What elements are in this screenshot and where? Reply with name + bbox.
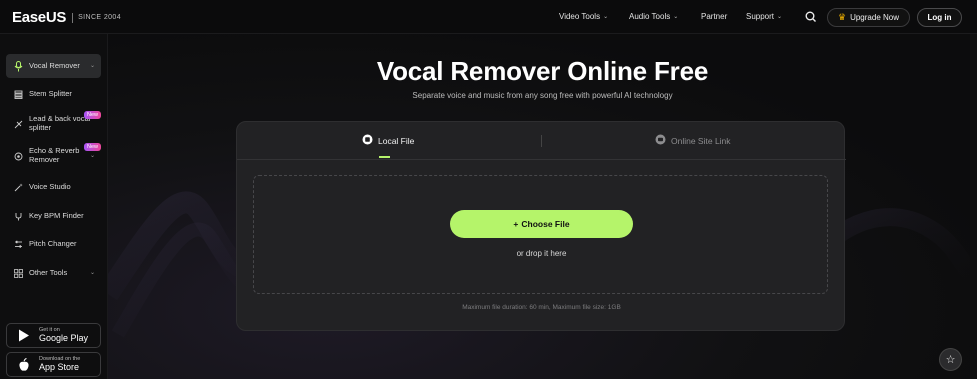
sidebar-item-vocal-remover[interactable]: Vocal Remover ⌄	[6, 54, 101, 78]
magic-icon	[14, 183, 23, 192]
sidebar-item-pitch-changer[interactable]: Pitch Changer	[6, 232, 101, 256]
plus-icon: +	[513, 219, 519, 229]
drop-hint: or drop it here	[516, 249, 567, 258]
easeus-logo[interactable]: EaseUS SINCE 2004	[12, 9, 121, 26]
google-play-icon	[16, 328, 32, 344]
apple-icon	[16, 357, 32, 373]
logo-text: EaseUS	[12, 9, 67, 26]
app-store-label: App Store	[39, 361, 80, 372]
sidebar-item-label: Other Tools	[29, 267, 68, 277]
tab-online-site-link[interactable]: Online Site Link	[655, 134, 731, 147]
chevron-down-icon: ⌄	[89, 152, 95, 159]
new-badge: New	[84, 143, 102, 151]
tab-divider	[541, 135, 542, 147]
sliders-icon	[14, 240, 23, 249]
nav-partner[interactable]: Partner	[701, 12, 727, 21]
file-limits-note: Maximum file duration: 60 min, Maximum f…	[462, 304, 621, 311]
nav-audio-tools[interactable]: Audio Tools ⌄	[629, 12, 678, 21]
main-content: Vocal Remover Online Free Separate voice…	[108, 34, 977, 379]
nav-audio-tools-label: Audio Tools	[629, 12, 671, 21]
google-play-button[interactable]: Get it on Google Play	[6, 323, 101, 348]
logo-since: SINCE 2004	[78, 14, 121, 21]
link-icon	[655, 134, 666, 147]
sidebar-item-label: Stem Splitter	[29, 88, 72, 98]
nav-partner-label: Partner	[701, 12, 728, 21]
page-title: Vocal Remover Online Free	[376, 56, 709, 86]
nav-video-tools-label: Video Tools	[559, 12, 601, 21]
sidebar-item-label: Key BPM Finder	[29, 210, 84, 220]
star-icon: ☆	[945, 354, 956, 366]
tab-online-site-link-label: Online Site Link	[671, 135, 731, 146]
chevron-down-icon: ⌄	[777, 14, 783, 20]
chevron-down-icon: ⌄	[89, 62, 95, 69]
sidebar-item-label: Echo & Reverb Remover	[29, 146, 80, 164]
choose-file-button[interactable]: + Choose File	[450, 210, 633, 238]
file-icon	[362, 134, 373, 147]
nav-support[interactable]: Support ⌄	[746, 12, 782, 21]
favorite-star-button[interactable]: ☆	[939, 348, 962, 371]
search-icon[interactable]	[804, 10, 818, 24]
tab-separator-line	[237, 159, 846, 160]
login-button[interactable]: Log in	[917, 8, 962, 27]
active-tab-indicator	[379, 156, 390, 158]
google-play-label: Google Play	[39, 332, 89, 343]
nav-support-label: Support	[746, 12, 775, 21]
chevron-down-icon: ⌄	[603, 14, 609, 20]
sidebar-item-label: Pitch Changer	[29, 238, 77, 248]
split-icon	[14, 120, 23, 129]
chevron-down-icon: ⌄	[673, 14, 679, 20]
file-drop-zone[interactable]: + Choose File or drop it here	[253, 175, 828, 294]
grid-icon	[14, 268, 23, 278]
sidebar-item-voice-studio[interactable]: Voice Studio	[6, 175, 101, 199]
stack-icon	[14, 90, 23, 99]
sidebar-item-other-tools[interactable]: Other Tools ⌄	[6, 261, 101, 285]
upgrade-now-button[interactable]: ♛ Upgrade Now	[827, 8, 910, 27]
tuning-fork-icon	[14, 212, 23, 221]
choose-file-label: Choose File	[521, 219, 570, 229]
sidebar-item-stem-splitter[interactable]: Stem Splitter	[6, 82, 101, 106]
sidebar-item-label: Voice Studio	[29, 181, 71, 191]
upgrade-label: Upgrade Now	[850, 13, 899, 22]
crown-icon: ♛	[838, 12, 847, 22]
nav-video-tools[interactable]: Video Tools ⌄	[559, 12, 608, 21]
top-navigation: EaseUS SINCE 2004 Video Tools ⌄ Audio To…	[0, 0, 977, 34]
upload-panel: Local File Online Site Link + Choose Fil…	[236, 121, 846, 331]
microphone-icon	[14, 60, 23, 71]
tab-local-file[interactable]: Local File	[362, 134, 414, 147]
chevron-down-icon: ⌄	[89, 269, 95, 276]
echo-icon	[14, 152, 23, 161]
scrollbar[interactable]	[970, 34, 977, 379]
logo-separator	[72, 12, 74, 23]
sidebar-item-label: Vocal Remover	[29, 60, 80, 70]
sidebar: Vocal Remover ⌄ Stem Splitter Lead & bac…	[0, 34, 108, 379]
app-store-button[interactable]: Download on the App Store	[6, 352, 101, 377]
tab-local-file-label: Local File	[378, 135, 415, 146]
sidebar-item-key-bpm-finder[interactable]: Key BPM Finder	[6, 204, 101, 228]
new-badge: New	[84, 111, 102, 119]
page-subtitle: Separate voice and music from any song f…	[412, 91, 673, 100]
